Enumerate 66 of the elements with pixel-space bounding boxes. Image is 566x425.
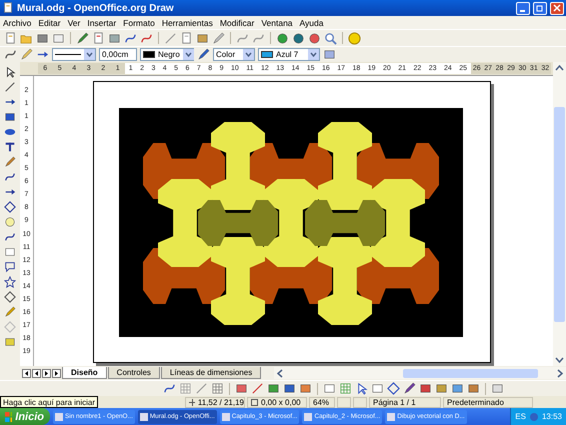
document-icon	[387, 412, 396, 420]
first-tab-button[interactable]	[22, 368, 31, 378]
menu-item[interactable]: Archivo	[3, 18, 32, 28]
diamond-icon[interactable]	[4, 201, 16, 213]
snap-grid-icon[interactable]	[211, 382, 224, 395]
area-style-dropdown[interactable]: Color	[213, 48, 255, 61]
menu-item[interactable]: Herramientas	[162, 18, 213, 28]
line-color-dropdown[interactable]: Negro	[140, 48, 194, 61]
area-color-dropdown[interactable]: Azul 7	[258, 48, 320, 61]
minimize-button[interactable]	[516, 2, 530, 14]
clock: 13:53	[542, 412, 562, 421]
vertical-scrollbar[interactable]	[553, 62, 566, 366]
layer-tab[interactable]: Controles	[108, 367, 160, 379]
text-icon[interactable]	[4, 141, 16, 153]
scroll-up-icon[interactable]	[555, 64, 564, 71]
rectangle-outline-icon[interactable]	[371, 382, 384, 395]
zoom-icon[interactable]	[324, 32, 337, 44]
line-style-icon[interactable]	[4, 48, 17, 61]
menu-item[interactable]: Editar	[38, 18, 61, 28]
zoom-status: 64%	[309, 396, 335, 408]
menu-item[interactable]: Modificar	[220, 18, 254, 28]
close-button[interactable]	[550, 2, 564, 14]
menu-item[interactable]: Insertar	[87, 18, 116, 28]
pointer-icon[interactable]	[4, 66, 16, 78]
new-document-icon[interactable]	[4, 32, 17, 44]
menu-item[interactable]: Ayuda	[300, 18, 324, 28]
restore-icon	[536, 4, 544, 12]
crosshair-icon	[189, 398, 195, 406]
restore-button[interactable]	[533, 2, 547, 14]
layer-tab[interactable]: Diseño	[62, 367, 107, 379]
connector-icon[interactable]	[4, 171, 16, 183]
scroll-down-icon[interactable]	[555, 357, 564, 364]
style-status: Predeterminado	[443, 396, 533, 408]
line-sample	[55, 53, 81, 56]
menu-item[interactable]: Formato	[123, 18, 155, 28]
previous-tab-button[interactable]	[32, 368, 41, 378]
tooltip: Haga clic aquí para iniciar	[0, 396, 98, 408]
line-width-field[interactable]: 0,00cm	[99, 48, 137, 61]
star-icon[interactable]	[4, 276, 16, 288]
size-icon	[251, 398, 258, 406]
document-icon	[140, 412, 148, 420]
menu-item[interactable]: Ventana	[261, 18, 293, 28]
status-field	[337, 396, 351, 408]
page-status: Página 1 / 1	[369, 396, 441, 408]
windows-logo	[5, 412, 12, 422]
close-icon	[553, 4, 561, 12]
scroll-right-icon[interactable]	[556, 368, 564, 378]
menu-item[interactable]: Ver	[68, 18, 80, 28]
scroll-left-icon[interactable]	[276, 368, 284, 378]
position-status: 11,52 / 21,19	[185, 396, 245, 408]
document-icon	[222, 412, 230, 420]
app-icon[interactable]	[2, 2, 14, 14]
status-field	[353, 396, 367, 408]
brush-icon[interactable]	[403, 382, 416, 395]
rectangle-icon[interactable]	[4, 111, 16, 123]
size-status: 0,00 x 0,00	[247, 396, 307, 408]
last-tab-button[interactable]	[52, 368, 61, 378]
document-icon	[304, 412, 312, 420]
horizontal-scrollbar[interactable]	[274, 367, 566, 379]
layer-tab[interactable]: Líneas de dimensiones	[160, 367, 262, 379]
next-tab-button[interactable]	[42, 368, 51, 378]
document-icon	[55, 412, 63, 420]
ellipse-icon[interactable]	[4, 126, 16, 138]
window-title: Mural.odg - OpenOffice.org Draw	[17, 2, 175, 14]
line-style-dropdown[interactable]	[52, 48, 96, 61]
callout-icon[interactable]	[4, 261, 16, 273]
